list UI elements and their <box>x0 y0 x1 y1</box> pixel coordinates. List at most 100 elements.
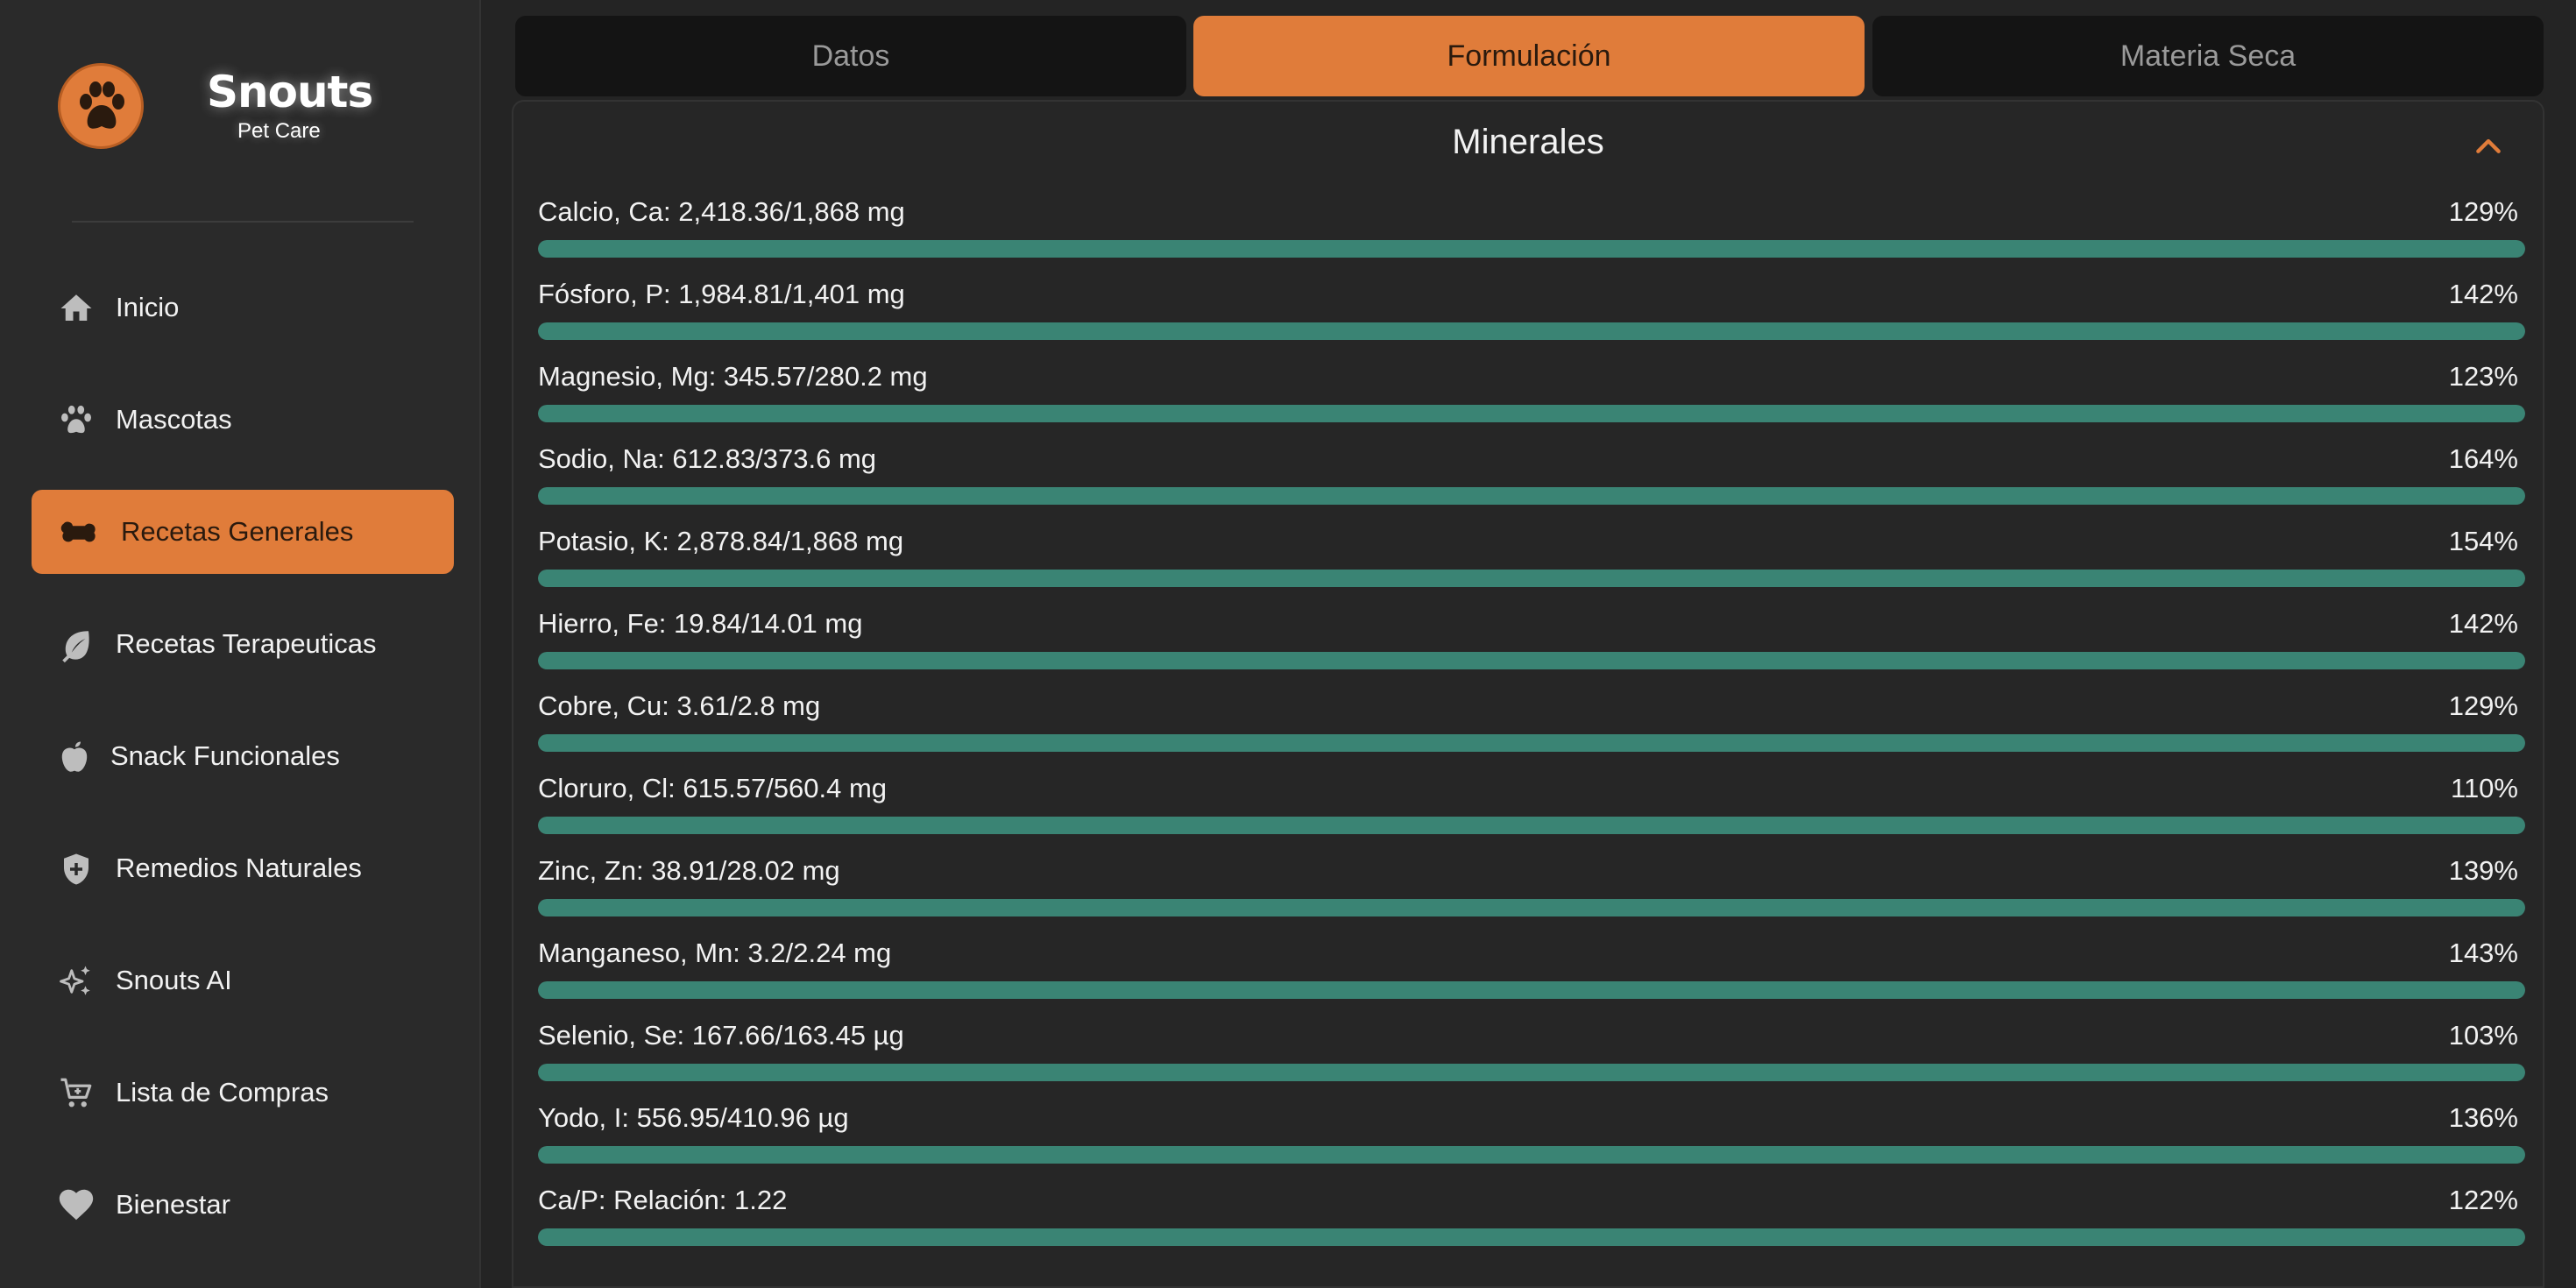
mineral-label: Hierro, Fe: 19.84/14.01 mg <box>538 608 863 639</box>
mineral-percent: 122% <box>2448 1185 2518 1215</box>
sidebar-item-label: Remedios Naturales <box>116 853 362 883</box>
mineral-percent: 164% <box>2448 443 2518 474</box>
mineral-percent: 129% <box>2448 690 2518 721</box>
sidebar-divider <box>72 221 414 223</box>
section-title: Minerales <box>1452 123 1604 161</box>
sidebar-item-bienestar[interactable]: Bienestar <box>32 1163 454 1247</box>
progress-track <box>538 652 2525 669</box>
sidebar-item-remedios-naturales[interactable]: Remedios Naturales <box>32 826 454 910</box>
progress-fill <box>538 734 2525 752</box>
progress-track <box>538 487 2525 505</box>
mineral-percent: 154% <box>2448 526 2518 556</box>
mineral-label: Cloruro, Cl: 615.57/560.4 mg <box>538 773 888 803</box>
cart-icon <box>60 1078 92 1108</box>
mineral-label: Selenio, Se: 167.66/163.45 µg <box>538 1020 904 1051</box>
mineral-row: Sodio, Na: 612.83/373.6 mg 164% <box>538 443 2525 513</box>
leaf-icon <box>62 631 89 663</box>
mineral-row: Yodo, I: 556.95/410.96 µg 136% <box>538 1102 2525 1172</box>
mineral-label: Cobre, Cu: 3.61/2.8 mg <box>538 690 821 721</box>
progress-fill <box>538 981 2525 999</box>
mineral-percent: 103% <box>2448 1020 2518 1051</box>
tab-formulacion[interactable]: Formulación <box>1193 16 1865 96</box>
progress-fill <box>538 1228 2525 1246</box>
mineral-label: Potasio, K: 2,878.84/1,868 mg <box>538 526 904 556</box>
mineral-row: Hierro, Fe: 19.84/14.01 mg 142% <box>538 608 2525 678</box>
mineral-percent: 143% <box>2448 938 2518 968</box>
sidebar-item-label: Lista de Compras <box>116 1077 329 1108</box>
mineral-label: Fósforo, P: 1,984.81/1,401 mg <box>538 279 905 309</box>
sidebar-item-snack-funcionales[interactable]: Snack Funcionales <box>32 714 454 798</box>
mineral-row: Zinc, Zn: 38.91/28.02 mg 139% <box>538 855 2525 925</box>
brand-subtitle: Pet Care <box>237 119 321 143</box>
mineral-percent: 123% <box>2448 361 2518 392</box>
apple-icon <box>61 741 88 772</box>
sidebar-item-label: Mascotas <box>116 404 232 435</box>
paw-logo-icon <box>58 63 144 149</box>
sidebar-item-label: Bienestar <box>116 1189 230 1220</box>
tab-datos[interactable]: Datos <box>515 16 1186 96</box>
mineral-label: Sodio, Na: 612.83/373.6 mg <box>538 443 877 474</box>
mineral-label: Calcio, Ca: 2,418.36/1,868 mg <box>538 196 905 227</box>
progress-fill <box>538 487 2525 505</box>
mineral-row: Manganeso, Mn: 3.2/2.24 mg 143% <box>538 938 2525 1008</box>
mineral-label: Zinc, Zn: 38.91/28.02 mg <box>538 855 840 886</box>
mineral-row: Potasio, K: 2,878.84/1,868 mg 154% <box>538 526 2525 596</box>
progress-fill <box>538 1146 2525 1164</box>
sidebar-item-lista-de-compras[interactable]: Lista de Compras <box>32 1051 454 1135</box>
mineral-percent: 110% <box>2451 773 2518 803</box>
progress-fill <box>538 405 2525 422</box>
brand[interactable]: Snouts Pet Care <box>58 63 443 159</box>
progress-track <box>538 240 2525 258</box>
mineral-row: Fósforo, P: 1,984.81/1,401 mg 142% <box>538 279 2525 349</box>
progress-fill <box>538 652 2525 669</box>
sidebar-item-label: Recetas Terapeuticas <box>116 628 377 659</box>
progress-track <box>538 981 2525 999</box>
sidebar-item-recetas-generales[interactable]: Recetas Generales <box>32 490 454 574</box>
chevron-up-icon[interactable] <box>2471 128 2506 163</box>
home-icon <box>60 294 92 321</box>
progress-track <box>538 1146 2525 1164</box>
sidebar-item-snouts-ai[interactable]: Snouts AI <box>32 938 454 1023</box>
progress-track <box>538 1064 2525 1081</box>
mineral-row: Calcio, Ca: 2,418.36/1,868 mg 129% <box>538 196 2525 266</box>
progress-fill <box>538 570 2525 587</box>
mineral-row: Cobre, Cu: 3.61/2.8 mg 129% <box>538 690 2525 761</box>
app-root: Snouts Pet Care Inicio Mascotas Recetas … <box>0 0 2576 1288</box>
sidebar-item-recetas-terapeuticas[interactable]: Recetas Terapeuticas <box>32 602 454 686</box>
progress-track <box>538 734 2525 752</box>
sidebar-item-label: Snack Funcionales <box>110 740 340 771</box>
mineral-label: Ca/P: Relación: 1.22 <box>538 1185 788 1215</box>
mineral-row: Selenio, Se: 167.66/163.45 µg 103% <box>538 1020 2525 1090</box>
paw-icon <box>61 405 91 434</box>
mineral-percent: 129% <box>2448 196 2518 227</box>
progress-fill <box>538 322 2525 340</box>
sidebar-item-inicio[interactable]: Inicio <box>32 265 454 350</box>
tab-materia-seca[interactable]: Materia Seca <box>1872 16 2544 96</box>
minerales-panel: Minerales Calcio, Ca: 2,418.36/1,868 mg 1… <box>512 100 2544 1288</box>
brand-name: Snouts <box>207 67 373 117</box>
sidebar: Snouts Pet Care Inicio Mascotas Recetas … <box>0 0 481 1288</box>
sidebar-item-label: Recetas Generales <box>121 516 354 547</box>
sidebar-item-label: Inicio <box>116 292 180 322</box>
progress-track <box>538 322 2525 340</box>
progress-track <box>538 570 2525 587</box>
progress-track <box>538 899 2525 916</box>
heart-icon <box>59 1189 94 1221</box>
sparkles-icon <box>60 966 90 995</box>
mineral-percent: 136% <box>2448 1102 2518 1133</box>
progress-fill <box>538 817 2525 834</box>
sidebar-item-mascotas[interactable]: Mascotas <box>32 378 454 462</box>
mineral-row: Ca/P: Relación: 1.22 122% <box>538 1185 2525 1255</box>
progress-track <box>538 405 2525 422</box>
sidebar-item-label: Snouts AI <box>116 965 232 995</box>
mineral-label: Yodo, I: 556.95/410.96 µg <box>538 1102 849 1133</box>
mineral-label: Manganeso, Mn: 3.2/2.24 mg <box>538 938 892 968</box>
progress-track <box>538 817 2525 834</box>
progress-fill <box>538 1064 2525 1081</box>
progress-fill <box>538 899 2525 916</box>
mineral-row: Cloruro, Cl: 615.57/560.4 mg 110% <box>538 773 2525 843</box>
mineral-row: Magnesio, Mg: 345.57/280.2 mg 123% <box>538 361 2525 431</box>
mineral-percent: 142% <box>2448 608 2518 639</box>
progress-track <box>538 1228 2525 1246</box>
mineral-label: Magnesio, Mg: 345.57/280.2 mg <box>538 361 928 392</box>
